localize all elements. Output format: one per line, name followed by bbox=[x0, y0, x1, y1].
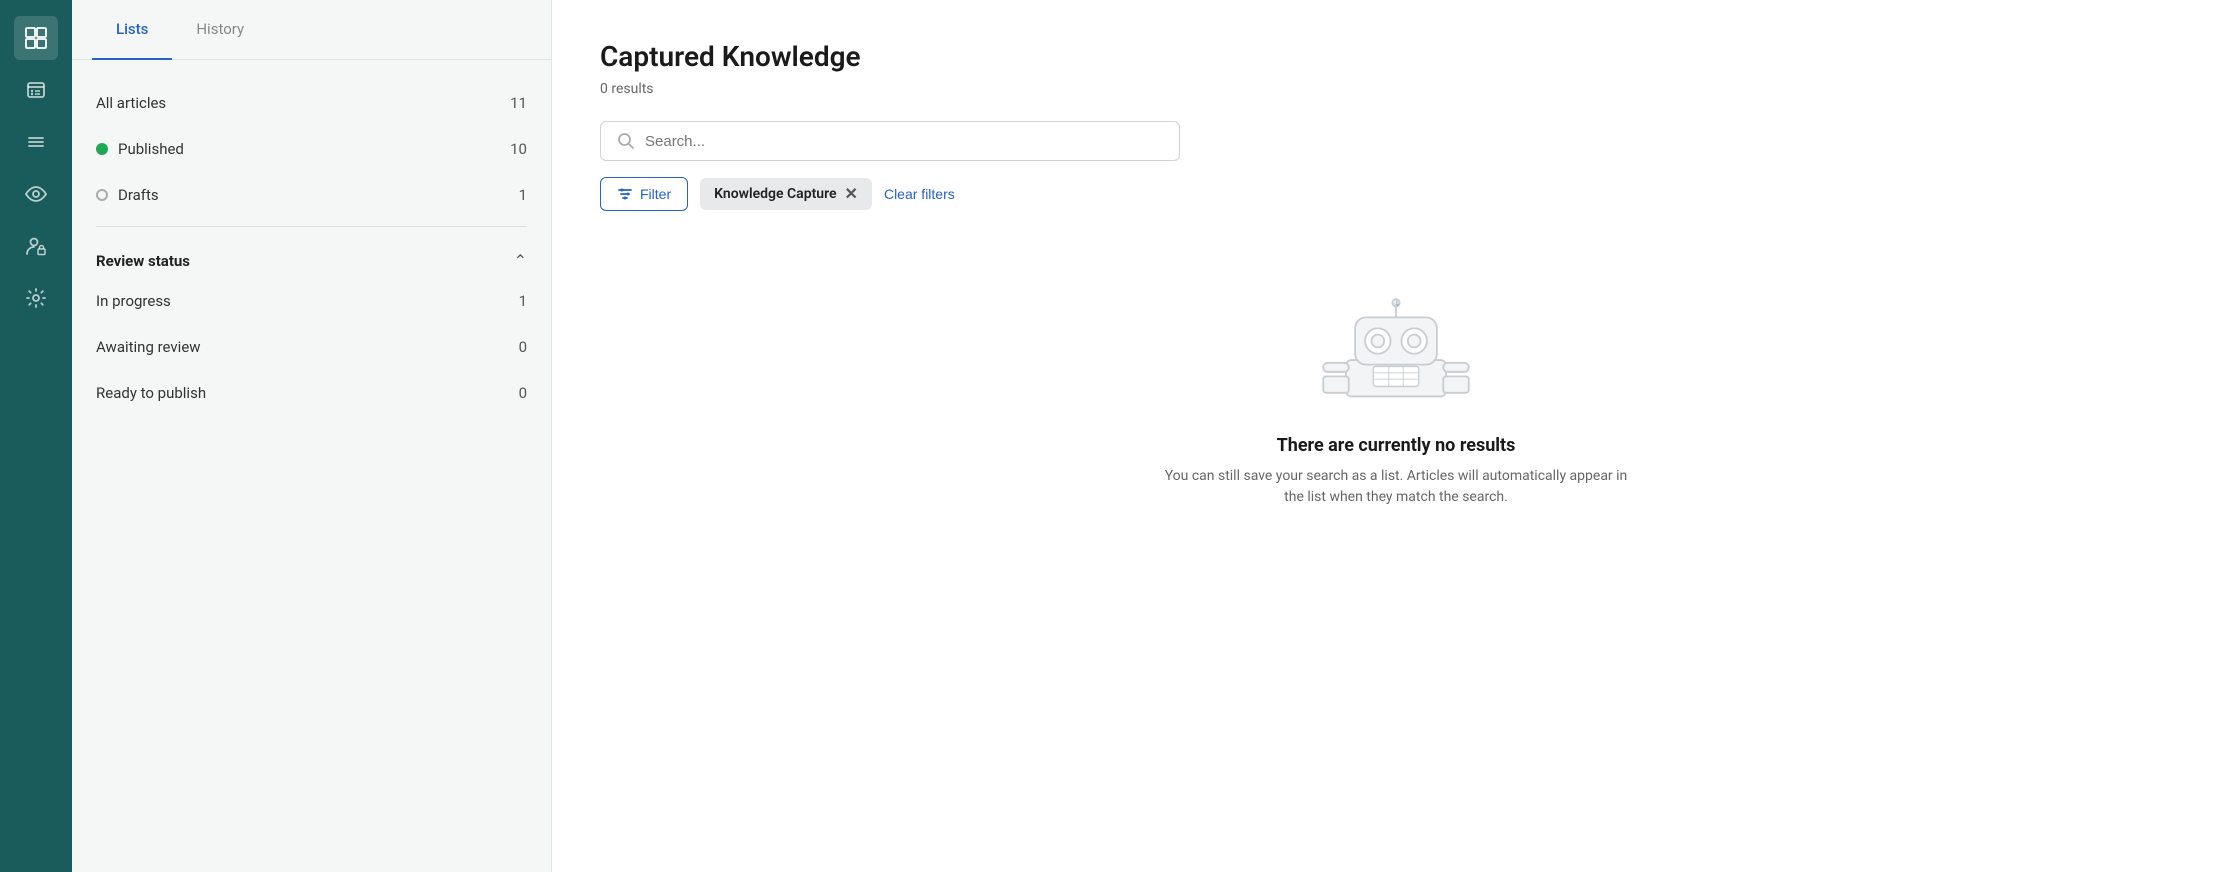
in-progress-count: 1 bbox=[519, 292, 527, 310]
alerts-icon[interactable] bbox=[14, 68, 58, 112]
drafts-dot-icon bbox=[96, 189, 108, 201]
search-bar[interactable] bbox=[600, 121, 1180, 161]
knowledge-capture-chip[interactable]: Knowledge Capture ✕ bbox=[700, 178, 872, 210]
awaiting-review-label: Awaiting review bbox=[96, 338, 201, 356]
list-item-drafts[interactable]: Drafts 1 bbox=[96, 172, 527, 218]
drafts-label: Drafts bbox=[118, 186, 159, 204]
in-progress-label: In progress bbox=[96, 292, 171, 310]
filter-icon bbox=[617, 186, 633, 202]
sidebar-nav bbox=[0, 0, 72, 872]
settings-icon[interactable] bbox=[14, 276, 58, 320]
list-item-in-progress[interactable]: In progress 1 bbox=[96, 278, 527, 324]
ready-to-publish-label: Ready to publish bbox=[96, 384, 206, 402]
review-status-header[interactable]: Review status ⌃ bbox=[96, 235, 527, 278]
main-content: Captured Knowledge 0 results Filter Know… bbox=[552, 0, 2240, 872]
empty-state-illustration: ⚓ bbox=[1296, 291, 1496, 411]
chevron-up-icon: ⌃ bbox=[514, 251, 527, 270]
all-articles-label: All articles bbox=[96, 94, 166, 112]
list-item-ready-to-publish[interactable]: Ready to publish 0 bbox=[96, 370, 527, 416]
tab-lists[interactable]: Lists bbox=[92, 0, 172, 60]
list-item-awaiting-review[interactable]: Awaiting review 0 bbox=[96, 324, 527, 370]
chip-label: Knowledge Capture bbox=[714, 186, 836, 202]
list-item-all-articles[interactable]: All articles 11 bbox=[96, 80, 527, 126]
empty-state-title: There are currently no results bbox=[1277, 435, 1516, 456]
published-dot-icon bbox=[96, 143, 108, 155]
list-item-published[interactable]: Published 10 bbox=[96, 126, 527, 172]
filter-bar: Filter Knowledge Capture ✕ Clear filters bbox=[600, 177, 2192, 211]
page-title: Captured Knowledge bbox=[600, 40, 2192, 73]
awaiting-review-count: 0 bbox=[519, 338, 527, 356]
list-icon[interactable] bbox=[14, 120, 58, 164]
empty-state-subtitle: You can still save your search as a list… bbox=[1156, 466, 1636, 508]
clear-filters-button[interactable]: Clear filters bbox=[884, 186, 955, 202]
empty-state: ⚓ There are currently no results You can… bbox=[600, 251, 2192, 508]
tabs-container: Lists History bbox=[72, 0, 551, 60]
drafts-count: 1 bbox=[519, 186, 527, 204]
published-label: Published bbox=[118, 140, 184, 158]
search-input[interactable] bbox=[645, 133, 1163, 150]
article-filters-section: All articles 11 Published 10 Drafts 1 Re… bbox=[72, 60, 551, 436]
results-count: 0 results bbox=[600, 81, 2192, 97]
left-panel: Lists History All articles 11 Published … bbox=[72, 0, 552, 872]
tab-history[interactable]: History bbox=[172, 0, 268, 60]
user-lock-icon[interactable] bbox=[14, 224, 58, 268]
search-icon bbox=[617, 132, 635, 150]
knowledge-base-icon[interactable] bbox=[14, 16, 58, 60]
section-divider bbox=[96, 226, 527, 227]
eye-icon[interactable] bbox=[14, 172, 58, 216]
chip-close-icon[interactable]: ✕ bbox=[845, 186, 858, 202]
filter-button[interactable]: Filter bbox=[600, 177, 688, 211]
all-articles-count: 11 bbox=[510, 94, 527, 112]
review-status-title: Review status bbox=[96, 252, 190, 270]
published-count: 10 bbox=[510, 140, 527, 158]
filter-button-label: Filter bbox=[640, 186, 671, 202]
ready-to-publish-count: 0 bbox=[519, 384, 527, 402]
